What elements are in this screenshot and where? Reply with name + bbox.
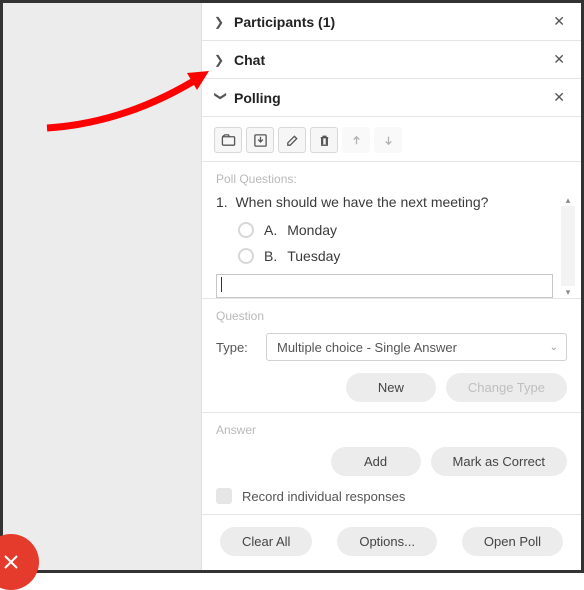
close-icon [2, 553, 20, 571]
edit-icon [285, 133, 300, 148]
save-icon [253, 133, 268, 148]
participants-close-button[interactable]: ✕ [549, 13, 569, 30]
poll-toolbar [202, 117, 581, 162]
answer-section: Answer Add Mark as Correct Record indivi… [202, 412, 581, 514]
polling-body: Poll Questions: 1. When should we have t… [202, 117, 581, 570]
open-poll-button[interactable]: Open Poll [462, 527, 563, 556]
delete-button[interactable] [310, 127, 338, 153]
answer-section-label: Answer [216, 423, 567, 437]
poll-questions-area: Poll Questions: 1. When should we have t… [202, 162, 581, 298]
radio-icon [238, 248, 254, 264]
option-text: Tuesday [287, 248, 340, 264]
question-text[interactable]: 1. When should we have the next meeting? [216, 194, 557, 210]
question-section-label: Question [216, 309, 567, 323]
change-type-button: Change Type [446, 373, 567, 402]
save-poll-button[interactable] [246, 127, 274, 153]
mark-correct-button[interactable]: Mark as Correct [431, 447, 567, 476]
record-responses-checkbox[interactable]: Record individual responses [216, 488, 567, 504]
chevron-right-icon: ❯ [214, 15, 228, 29]
option-text: Monday [287, 222, 337, 238]
clear-all-button[interactable]: Clear All [220, 527, 312, 556]
poll-option[interactable]: B. Tuesday [238, 248, 557, 264]
delete-icon [317, 133, 332, 148]
chat-title: Chat [234, 52, 549, 68]
option-letter: B. [264, 248, 277, 264]
option-letter: A. [264, 222, 277, 238]
type-label: Type: [216, 340, 256, 355]
scroll-up-icon[interactable]: ▴ [561, 194, 575, 206]
new-question-button[interactable]: New [346, 373, 436, 402]
chevron-down-icon: ⌄ [550, 342, 558, 353]
checkbox-icon [216, 488, 232, 504]
edit-button[interactable] [278, 127, 306, 153]
chevron-down-icon: ❯ [214, 91, 228, 105]
new-option-input[interactable] [216, 274, 553, 298]
participants-title: Participants (1) [234, 14, 549, 30]
radio-icon [238, 222, 254, 238]
record-responses-label: Record individual responses [242, 489, 405, 504]
move-up-button [342, 127, 370, 153]
down-icon [381, 133, 396, 148]
scrollbar[interactable]: ▴ ▾ [561, 194, 575, 298]
add-answer-button[interactable]: Add [331, 447, 421, 476]
poll-option[interactable]: A. Monday [238, 222, 557, 238]
chat-header[interactable]: ❯ Chat ✕ [202, 41, 581, 79]
up-icon [349, 133, 364, 148]
polling-close-button[interactable]: ✕ [549, 89, 569, 106]
open-icon [221, 133, 236, 148]
polling-header[interactable]: ❯ Polling ✕ [202, 79, 581, 117]
polling-title: Polling [234, 90, 549, 106]
poll-questions-label: Poll Questions: [216, 172, 581, 186]
question-type-value: Multiple choice - Single Answer [277, 340, 457, 355]
close-meeting-button[interactable] [0, 534, 39, 590]
question-section: Question Type: Multiple choice - Single … [202, 298, 581, 412]
open-poll-file-button[interactable] [214, 127, 242, 153]
chat-close-button[interactable]: ✕ [549, 51, 569, 68]
question-type-select[interactable]: Multiple choice - Single Answer ⌄ [266, 333, 567, 361]
annotation-arrow [37, 68, 217, 138]
main-content-area [3, 3, 201, 570]
side-panel: ❯ Participants (1) ✕ ❯ Chat ✕ ❯ Polling … [201, 3, 581, 570]
scroll-down-icon[interactable]: ▾ [561, 286, 575, 298]
move-down-button [374, 127, 402, 153]
scroll-track[interactable] [561, 206, 575, 286]
options-button[interactable]: Options... [337, 527, 437, 556]
chevron-right-icon: ❯ [214, 53, 228, 67]
text-cursor [221, 277, 222, 292]
polling-footer: Clear All Options... Open Poll [202, 514, 581, 568]
participants-header[interactable]: ❯ Participants (1) ✕ [202, 3, 581, 41]
question-number: 1. [216, 194, 228, 210]
question-body: When should we have the next meeting? [235, 194, 488, 210]
